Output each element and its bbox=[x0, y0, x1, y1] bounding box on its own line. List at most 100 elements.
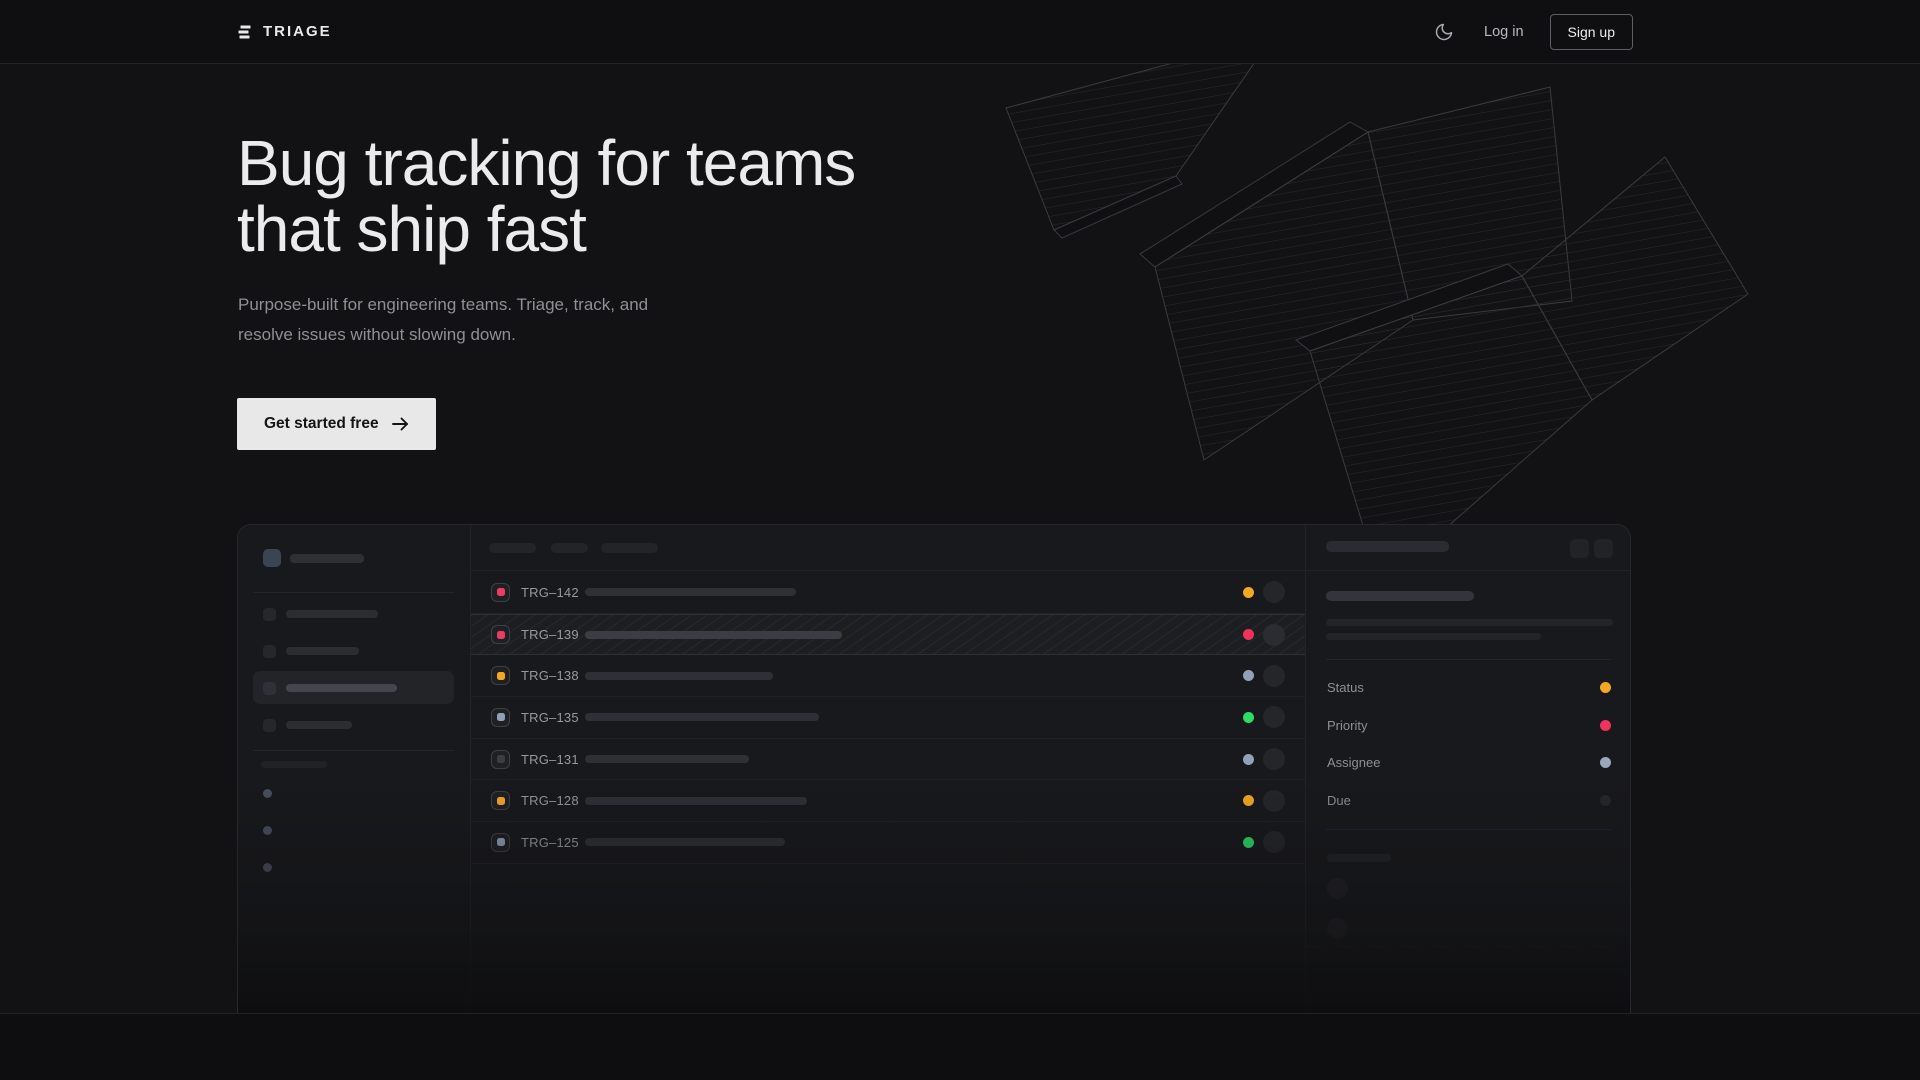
issue-row-meta bbox=[1243, 790, 1285, 812]
issue-id: TRG–128 bbox=[521, 793, 585, 808]
status-dot bbox=[1243, 795, 1254, 806]
workspace-name-skeleton bbox=[290, 554, 364, 563]
detail-header bbox=[1306, 525, 1630, 571]
detail-text-skeleton bbox=[1326, 633, 1541, 640]
filter-tab-skeleton bbox=[551, 543, 588, 553]
issue-row: TRG–135 bbox=[471, 697, 1305, 739]
nav-actions: Log in Sign up bbox=[1430, 14, 1633, 50]
login-link[interactable]: Log in bbox=[1484, 24, 1524, 40]
issue-row-meta bbox=[1243, 831, 1285, 853]
field-value-dot bbox=[1600, 720, 1611, 731]
divider bbox=[1326, 829, 1611, 830]
detail-title-skeleton bbox=[1326, 591, 1474, 601]
field-value-dot bbox=[1600, 795, 1611, 806]
hero-title: Bug tracking for teams that ship fast bbox=[237, 130, 855, 262]
moon-icon bbox=[1434, 22, 1454, 42]
issue-id: TRG–139 bbox=[521, 627, 585, 642]
assignee-avatar bbox=[1263, 665, 1285, 687]
detail-field-row: Priority bbox=[1306, 707, 1630, 745]
hero-subtitle-line: resolve issues without slowing down. bbox=[238, 320, 648, 350]
status-dot bbox=[1243, 587, 1254, 598]
hero-title-line: that ship fast bbox=[237, 196, 855, 262]
assignee-avatar bbox=[1263, 624, 1285, 646]
sidebar-item-icon-skeleton bbox=[263, 645, 276, 658]
field-label: Priority bbox=[1327, 718, 1367, 733]
status-dot bbox=[1243, 629, 1254, 640]
assignee-avatar bbox=[1263, 790, 1285, 812]
get-started-button[interactable]: Get started free bbox=[237, 398, 436, 450]
comment-avatar-skeleton bbox=[1327, 878, 1348, 899]
field-label: Assignee bbox=[1327, 755, 1380, 770]
issue-type-icon bbox=[491, 666, 510, 685]
hero-title-line: Bug tracking for teams bbox=[237, 130, 855, 196]
status-dot bbox=[1243, 712, 1254, 723]
issue-id: TRG–138 bbox=[521, 668, 585, 683]
issue-id: TRG–142 bbox=[521, 585, 585, 600]
issue-title-skeleton bbox=[585, 755, 749, 763]
issue-rows: TRG–142 TRG–139 TRG–138 TRG–135 bbox=[471, 572, 1305, 864]
status-dot bbox=[1243, 754, 1254, 765]
sidebar-dot-skeleton bbox=[263, 863, 272, 872]
brand-logo[interactable]: TRIAGE bbox=[237, 23, 332, 40]
sidebar-dot-skeleton bbox=[263, 789, 272, 798]
issue-row-meta bbox=[1243, 624, 1285, 646]
landing-page: TRIAGE Log in Sign up Bug tracking for t… bbox=[0, 0, 1920, 1080]
detail-field-row: Due bbox=[1306, 782, 1630, 820]
issue-title-skeleton bbox=[585, 713, 819, 721]
detail-action-skeleton bbox=[1594, 539, 1613, 558]
theme-toggle-button[interactable] bbox=[1430, 18, 1458, 46]
workspace-avatar-skeleton bbox=[263, 549, 281, 567]
sidebar-item-icon-skeleton bbox=[263, 608, 276, 621]
sidebar-dot-skeleton bbox=[263, 826, 272, 835]
assignee-avatar bbox=[1263, 748, 1285, 770]
activity-label-skeleton bbox=[1327, 854, 1391, 862]
assignee-avatar bbox=[1263, 831, 1285, 853]
issue-title-skeleton bbox=[585, 672, 773, 680]
issue-id: TRG–135 bbox=[521, 710, 585, 725]
issue-title-skeleton bbox=[585, 838, 785, 846]
sidebar-item-skeleton bbox=[286, 647, 359, 655]
arrow-right-icon bbox=[392, 417, 409, 431]
dashed-divider bbox=[1306, 946, 1630, 948]
issue-title-skeleton bbox=[585, 797, 807, 805]
get-started-label: Get started free bbox=[264, 415, 379, 433]
issue-row: TRG–131 bbox=[471, 739, 1305, 781]
detail-field-row: Status bbox=[1306, 669, 1630, 707]
divider bbox=[1326, 659, 1611, 660]
field-value-dot bbox=[1600, 757, 1611, 768]
assignee-avatar bbox=[1263, 581, 1285, 603]
mockup-sidebar bbox=[238, 525, 471, 1013]
comment-avatar-skeleton bbox=[1327, 918, 1348, 939]
issue-row-meta bbox=[1243, 581, 1285, 603]
assignee-avatar bbox=[1263, 706, 1285, 728]
section-label-skeleton bbox=[261, 761, 327, 768]
app-mockup: TRG–142 TRG–139 TRG–138 TRG–135 bbox=[237, 524, 1631, 1013]
hero-subtitle: Purpose-built for engineering teams. Tri… bbox=[238, 290, 648, 350]
issue-row-meta bbox=[1243, 706, 1285, 728]
triage-bars-icon bbox=[237, 24, 252, 40]
mockup-detail-panel: Status Priority Assignee Due bbox=[1306, 525, 1630, 1013]
filter-tab-skeleton bbox=[601, 543, 658, 553]
issue-id: TRG–125 bbox=[521, 835, 585, 850]
sidebar-item-icon-skeleton bbox=[263, 682, 276, 695]
field-value-dot bbox=[1600, 682, 1611, 693]
sidebar-item-skeleton bbox=[286, 721, 352, 729]
issue-type-icon bbox=[491, 791, 510, 810]
issue-type-icon bbox=[491, 750, 510, 769]
issue-row: TRG–139 bbox=[471, 614, 1305, 656]
divider bbox=[253, 592, 454, 593]
divider bbox=[253, 750, 454, 751]
detail-breadcrumb-skeleton bbox=[1326, 541, 1449, 552]
sidebar-active-item-skeleton bbox=[286, 684, 397, 692]
issue-title-skeleton bbox=[585, 631, 842, 639]
list-header bbox=[471, 525, 1305, 571]
field-label: Status bbox=[1327, 680, 1364, 695]
issue-type-icon bbox=[491, 625, 510, 644]
signup-button[interactable]: Sign up bbox=[1550, 14, 1633, 50]
issue-type-icon bbox=[491, 583, 510, 602]
issue-title-skeleton bbox=[585, 588, 796, 596]
detail-field-row: Assignee bbox=[1306, 744, 1630, 782]
sidebar-item-skeleton bbox=[286, 610, 378, 618]
status-dot bbox=[1243, 670, 1254, 681]
mockup-issue-list: TRG–142 TRG–139 TRG–138 TRG–135 bbox=[471, 525, 1306, 1013]
